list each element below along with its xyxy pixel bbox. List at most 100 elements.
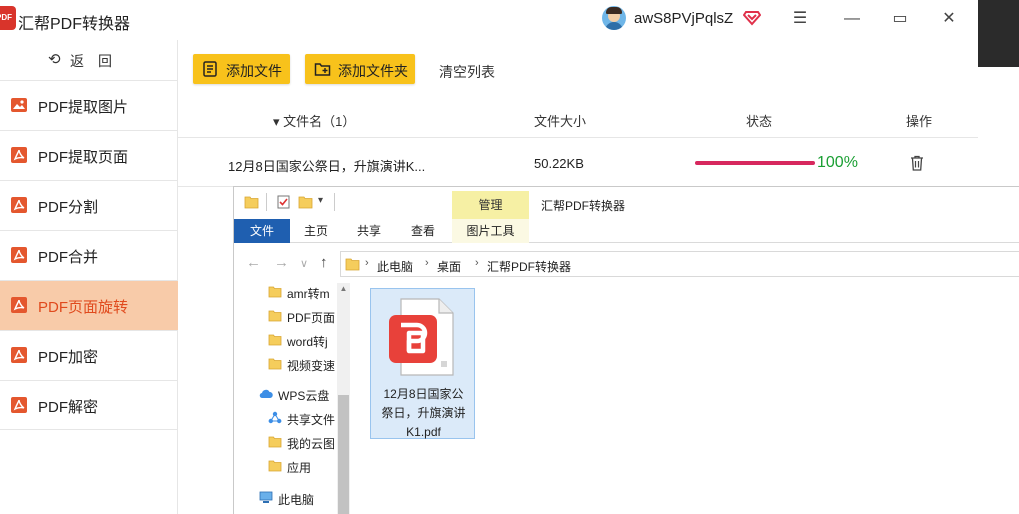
explorer-title: 汇帮PDF转换器	[541, 199, 626, 213]
file-item-label: 12月8日国家公 祭日，升旗演讲 K1.pdf	[373, 385, 474, 442]
table-row: 12月8日国家公祭日，升旗演讲K... 50.22KB 100%	[178, 139, 978, 187]
sidebar-item-label: PDF提取图片	[38, 99, 129, 116]
recent-locations-icon[interactable]: ∨	[300, 257, 308, 270]
folder-icon	[268, 286, 282, 298]
cloud-icon	[259, 389, 273, 399]
ribbon-context-manage[interactable]: 管理	[452, 191, 529, 219]
pdf-icon	[11, 297, 27, 313]
background-window	[978, 0, 1019, 67]
sidebar-item-label: PDF解密	[38, 399, 99, 416]
properties-icon[interactable]	[276, 195, 291, 209]
address-row: ← → ∨ ↑ › 此电脑 › 桌面 › 汇帮PDF转换器	[234, 249, 1019, 279]
file-table-header: ▾ 文件名（1） 文件大小 状态 操作	[178, 100, 978, 138]
row-file-name: 12月8日国家公祭日，升旗演讲K...	[228, 159, 426, 174]
pdf-icon	[11, 197, 27, 213]
tree-item-label: 视频变速	[287, 359, 336, 373]
back-arrow-icon: ⟲	[48, 51, 61, 68]
folder-icon	[268, 334, 282, 346]
tab-picture-tools[interactable]: 图片工具	[452, 219, 529, 243]
folder-icon[interactable]	[244, 195, 259, 209]
address-bar[interactable]: › 此电脑 › 桌面 › 汇帮PDF转换器	[340, 251, 1019, 277]
computer-icon	[259, 491, 273, 503]
add-file-icon	[203, 61, 217, 77]
sidebar: ⟲ 返回 PDF提取图片 PDF提取页面 PDF分割 PDF合并 PDF页面旋转…	[0, 40, 178, 514]
tree-item-label: 应用	[287, 461, 312, 475]
sidebar-item-split[interactable]: PDF分割	[0, 180, 178, 230]
scroll-up-icon[interactable]: ▲	[338, 283, 349, 295]
back-arrow-icon[interactable]: ←	[246, 254, 261, 271]
quick-access-toolbar: ▾ 管理 汇帮PDF转换器	[234, 187, 1019, 219]
sidebar-item-extract-pages[interactable]: PDF提取页面	[0, 130, 178, 180]
column-size: 文件大小	[534, 114, 587, 129]
sidebar-nav: PDF提取图片 PDF提取页面 PDF分割 PDF合并 PDF页面旋转 PDF加…	[0, 80, 178, 430]
add-file-label: 添加文件	[226, 63, 282, 79]
sidebar-item-label: PDF分割	[38, 199, 99, 216]
image-icon	[11, 98, 27, 112]
breadcrumb-this-pc[interactable]: 此电脑	[377, 258, 413, 275]
maximize-button[interactable]: ▭	[889, 8, 911, 30]
sidebar-item-decrypt[interactable]: PDF解密	[0, 380, 178, 430]
back-label: 返回	[70, 53, 126, 69]
menu-button[interactable]: ☰	[789, 8, 811, 30]
tree-item-label: 我的云图	[287, 437, 336, 451]
forward-arrow-icon[interactable]: →	[274, 254, 289, 271]
tree-item-label: 此电脑	[278, 493, 315, 507]
chevron-right-icon: ›	[425, 257, 429, 269]
tab-share[interactable]: 共享	[342, 219, 396, 243]
sidebar-item-rotate-pages[interactable]: PDF页面旋转	[0, 280, 178, 330]
folder-icon	[268, 436, 282, 448]
title-bar: PDF 汇帮PDF转换器 awS8PVjPqlsZ ☰ — ▭ ✕	[0, 0, 978, 40]
breadcrumb-folder[interactable]: 汇帮PDF转换器	[487, 258, 571, 275]
column-action: 操作	[906, 114, 933, 129]
app-title: 汇帮PDF转换器	[18, 16, 131, 33]
tab-file[interactable]: 文件	[234, 219, 290, 243]
app-window: PDF 汇帮PDF转换器 awS8PVjPqlsZ ☰ — ▭ ✕ ⟲ 返回	[0, 0, 1019, 514]
file-name-line: 祭日，升旗演讲	[381, 406, 466, 420]
tree-scrollbar-thumb[interactable]	[338, 395, 349, 514]
folder-icon	[268, 358, 282, 370]
sidebar-item-label: PDF合并	[38, 249, 99, 266]
chevron-right-icon: ›	[475, 257, 479, 269]
clear-list-button[interactable]: 清空列表	[439, 62, 495, 82]
progress-bar	[695, 161, 815, 165]
new-folder-icon[interactable]	[298, 195, 313, 209]
add-folder-icon	[314, 63, 331, 76]
sidebar-item-encrypt[interactable]: PDF加密	[0, 330, 178, 380]
sidebar-item-label: PDF提取页面	[38, 149, 129, 166]
sidebar-item-label: PDF加密	[38, 349, 99, 366]
avatar[interactable]	[602, 6, 626, 30]
add-file-button[interactable]: 添加文件	[193, 54, 290, 84]
add-folder-button[interactable]: 添加文件夹	[305, 54, 415, 84]
tree-item-label: amr转m	[287, 287, 330, 301]
file-item-pdf[interactable]: 12月8日国家公 祭日，升旗演讲 K1.pdf	[370, 288, 475, 439]
vip-diamond-icon[interactable]	[743, 8, 761, 26]
share-icon	[268, 411, 282, 424]
sidebar-item-extract-images[interactable]: PDF提取图片	[0, 80, 178, 130]
tree-item-label: WPS云盘	[278, 389, 330, 403]
trash-icon[interactable]	[910, 155, 924, 171]
file-name-line: 12月8日国家公	[383, 387, 464, 401]
pdf-icon	[11, 347, 27, 363]
navigation-tree: amr转m PDF页面 word转j 视频变速 WPS云盘 共享文件 我的云图 …	[234, 279, 352, 514]
sidebar-item-label: PDF页面旋转	[38, 299, 129, 316]
folder-icon	[268, 460, 282, 472]
username[interactable]: awS8PVjPqlsZ	[634, 10, 733, 27]
tab-view[interactable]: 查看	[396, 219, 450, 243]
app-logo-icon: PDF	[0, 6, 16, 30]
tree-item-label: PDF页面	[287, 311, 336, 325]
back-button[interactable]: ⟲ 返回	[0, 40, 178, 78]
column-name[interactable]: ▾ 文件名（1）	[273, 111, 355, 130]
close-button[interactable]: ✕	[938, 8, 960, 30]
sidebar-item-merge[interactable]: PDF合并	[0, 230, 178, 280]
row-file-size: 50.22KB	[534, 156, 584, 171]
folder-icon	[268, 310, 282, 322]
tab-home[interactable]: 主页	[290, 219, 342, 243]
customize-qat-icon[interactable]: ▾	[318, 195, 323, 206]
pdf-icon	[11, 147, 27, 163]
up-arrow-icon[interactable]: ↑	[320, 254, 328, 271]
ribbon-tabs: 文件 主页 共享 查看 图片工具	[234, 219, 1019, 243]
breadcrumb-desktop[interactable]: 桌面	[437, 258, 461, 275]
add-folder-label: 添加文件夹	[338, 63, 408, 79]
tree-item-label: word转j	[287, 335, 328, 349]
minimize-button[interactable]: —	[841, 8, 863, 30]
